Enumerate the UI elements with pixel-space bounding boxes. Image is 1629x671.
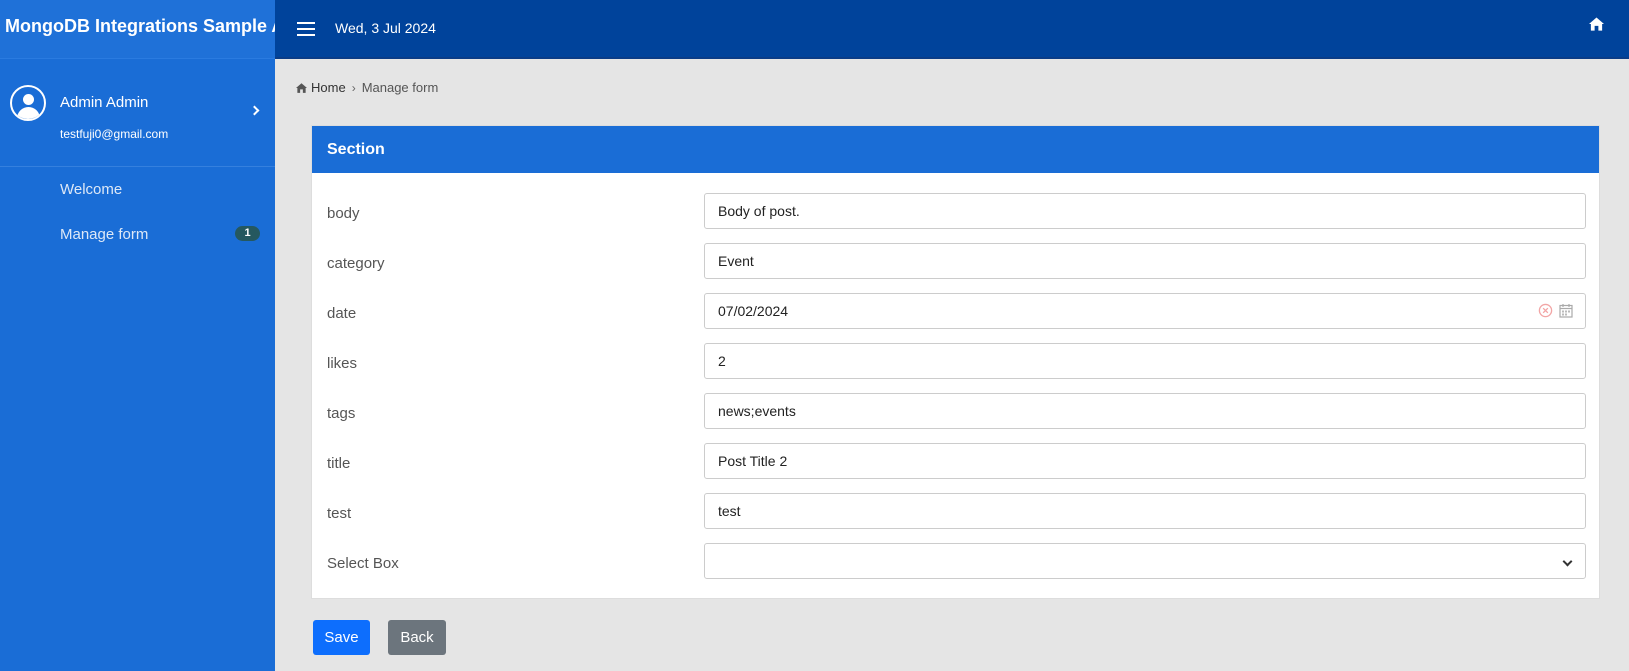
form-row-likes: likes <box>312 343 1599 379</box>
breadcrumb: Home › Manage form <box>296 80 438 95</box>
breadcrumb-home[interactable]: Home <box>296 80 346 95</box>
field-label-body: body <box>327 205 360 222</box>
top-bar: Wed, 3 Jul 2024 <box>275 0 1629 59</box>
home-icon[interactable] <box>1589 17 1604 36</box>
user-panel[interactable]: Admin Admin testfuji0@gmail.com <box>0 59 275 167</box>
form-row-tags: tags <box>312 393 1599 429</box>
title-input[interactable] <box>704 443 1586 479</box>
field-label-test: test <box>327 505 352 522</box>
field-label-likes: likes <box>327 355 358 372</box>
field-label-category: category <box>327 255 385 272</box>
sidebar-badge: 1 <box>235 226 260 241</box>
date-input-icons <box>1538 303 1573 318</box>
body-input[interactable] <box>704 193 1586 229</box>
date-input[interactable] <box>704 293 1586 329</box>
field-label-title: title <box>327 455 351 472</box>
user-email: testfuji0@gmail.com <box>60 127 169 141</box>
test-input[interactable] <box>704 493 1586 529</box>
tags-input[interactable] <box>704 393 1586 429</box>
breadcrumb-home-label[interactable]: Home <box>311 80 346 95</box>
app-title[interactable]: MongoDB Integrations Sample A <box>0 0 275 59</box>
form-row-select-box: Select Box <box>312 543 1599 579</box>
back-button[interactable]: Back <box>388 620 446 655</box>
home-icon <box>296 82 307 93</box>
save-button[interactable]: Save <box>313 620 370 655</box>
user-name: Admin Admin <box>60 94 149 111</box>
calendar-icon[interactable] <box>1559 303 1573 318</box>
form-card: Section body category date <box>311 125 1600 599</box>
form-row-category: category <box>312 243 1599 279</box>
sidebar: MongoDB Integrations Sample A Admin Admi… <box>0 0 275 671</box>
hamburger-icon[interactable] <box>297 22 315 36</box>
form-row-date: date <box>312 293 1599 329</box>
user-avatar-icon <box>10 85 46 121</box>
likes-input[interactable] <box>704 343 1586 379</box>
header-date: Wed, 3 Jul 2024 <box>335 20 436 36</box>
category-input[interactable] <box>704 243 1586 279</box>
sidebar-item-manage-form[interactable]: Manage form <box>60 226 148 243</box>
clear-circle-icon[interactable] <box>1538 303 1553 318</box>
breadcrumb-current: Manage form <box>361 80 439 95</box>
chevron-down-icon <box>1562 556 1573 567</box>
breadcrumb-separator: › <box>351 80 356 95</box>
field-label-select-box: Select Box <box>327 555 399 572</box>
form-row-body: body <box>312 193 1599 229</box>
field-label-tags: tags <box>327 405 356 422</box>
section-title: Section <box>312 126 1599 173</box>
select-box[interactable] <box>704 543 1586 579</box>
form-row-title: title <box>312 443 1599 479</box>
chevron-right-icon[interactable] <box>249 105 260 116</box>
form-row-test: test <box>312 493 1599 529</box>
field-label-date: date <box>327 305 357 322</box>
sidebar-item-welcome[interactable]: Welcome <box>60 181 122 198</box>
